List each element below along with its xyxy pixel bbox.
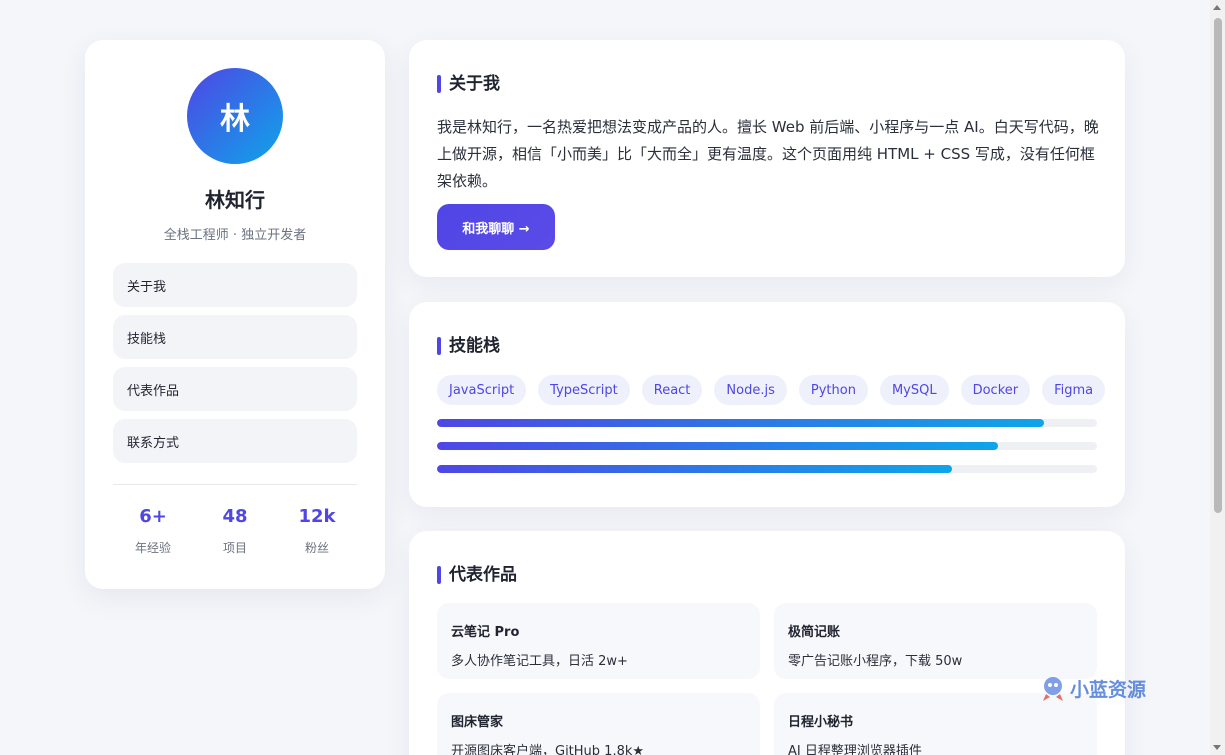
skills-title: 技能栈	[437, 336, 500, 356]
stat-value: 48	[222, 506, 248, 527]
watermark: 小蓝资源	[1040, 674, 1146, 702]
works-title: 代表作品	[437, 565, 517, 585]
nav-item-works[interactable]: 代表作品	[113, 367, 357, 411]
stat-experience: 6+ 年经验	[113, 506, 193, 556]
skills-card: 技能栈 JavaScript TypeScript React Node.js …	[409, 302, 1125, 507]
skill-bar-fill	[437, 465, 952, 473]
nav-item-skills[interactable]: 技能栈	[113, 315, 357, 359]
scroll-up-icon[interactable]	[1213, 5, 1221, 10]
stat-value: 6+	[139, 506, 167, 527]
work-desc: AI 日程整理浏览器插件	[788, 744, 922, 755]
skill-bar-track	[437, 465, 1097, 473]
work-item[interactable]: 云笔记 Pro 多人协作笔记工具，日活 2w+	[437, 603, 760, 679]
sidebar-divider	[113, 484, 357, 485]
stat-label: 项目	[222, 541, 247, 555]
nav-item-about[interactable]: 关于我	[113, 263, 357, 307]
skill-tag: MySQL	[879, 375, 949, 405]
work-desc: 零广告记账小程序，下载 50w	[788, 654, 963, 669]
sidebar-nav: 关于我 技能栈 代表作品 联系方式	[113, 263, 357, 471]
stat-value: 12k	[298, 506, 336, 527]
avatar: 林	[187, 68, 283, 164]
about-text: 我是林知行，一名热爱把想法变成产品的人。擅长 Web 前后端、小程序与一点 AI…	[437, 118, 1099, 190]
stat-followers: 12k 粉丝	[277, 506, 357, 556]
stat-label: 粉丝	[304, 541, 329, 555]
work-item[interactable]: 图床管家 开源图床客户端，GitHub 1.8k★	[437, 693, 760, 755]
skill-tags: JavaScript TypeScript React Node.js Pyth…	[437, 375, 1107, 405]
nav-item-label: 技能栈	[127, 331, 167, 347]
profile-name: 林知行	[205, 188, 265, 212]
skill-bars	[437, 419, 1097, 488]
scroll-thumb[interactable]	[1214, 18, 1222, 513]
mascot-icon	[1043, 677, 1063, 701]
chat-button[interactable]: 和我聊聊 →	[437, 204, 555, 250]
skill-tag: Figma	[1042, 375, 1106, 405]
works-grid: 云笔记 Pro 多人协作笔记工具，日活 2w+ 极简记账 零广告记账小程序，下载…	[437, 603, 1097, 755]
watermark-text: 小蓝资源	[1070, 678, 1147, 701]
skill-tag: TypeScript	[538, 375, 630, 405]
work-title: 日程小秘书	[788, 715, 854, 730]
page: 林 林知行 全栈工程师 · 独立开发者 关于我 技能栈 代表作品 联系方式 6+…	[0, 0, 1225, 755]
skill-bar-fill	[437, 442, 998, 450]
work-item[interactable]: 日程小秘书 AI 日程整理浏览器插件	[774, 693, 1097, 755]
work-item[interactable]: 极简记账 零广告记账小程序，下载 50w	[774, 603, 1097, 679]
nav-item-contact[interactable]: 联系方式	[113, 419, 357, 463]
stat-projects: 48 项目	[195, 506, 275, 556]
scrollbar[interactable]	[1210, 0, 1225, 755]
skill-tag: Python	[798, 375, 868, 405]
work-title: 极简记账	[788, 625, 841, 640]
nav-item-label: 联系方式	[127, 435, 180, 451]
work-desc: 开源图床客户端，GitHub 1.8k★	[451, 744, 645, 755]
work-title: 云笔记 Pro	[451, 625, 520, 640]
scroll-down-icon[interactable]	[1213, 745, 1221, 750]
profile-card: 林 林知行 全栈工程师 · 独立开发者 关于我 技能栈 代表作品 联系方式 6+…	[85, 40, 385, 589]
work-title: 图床管家	[451, 715, 504, 730]
skill-tag: JavaScript	[437, 375, 527, 405]
skill-bar-fill	[437, 419, 1045, 427]
work-desc: 多人协作笔记工具，日活 2w+	[451, 654, 628, 669]
about-title: 关于我	[437, 74, 500, 94]
profile-role: 全栈工程师 · 独立开发者	[163, 228, 307, 243]
about-card: 关于我 我是林知行，一名热爱把想法变成产品的人。擅长 Web 前后端、小程序与一…	[409, 40, 1125, 277]
skill-bar-track	[437, 419, 1097, 427]
nav-item-label: 代表作品	[127, 383, 180, 399]
stats-row: 6+ 年经验 48 项目 12k 粉丝	[113, 506, 357, 556]
nav-item-label: 关于我	[127, 279, 167, 295]
skill-tag: Node.js	[714, 375, 787, 405]
stat-label: 年经验	[134, 541, 171, 555]
skill-bar-track	[437, 442, 1097, 450]
skill-tag: Docker	[960, 375, 1031, 405]
skill-tag: React	[641, 375, 703, 405]
works-card: 代表作品 云笔记 Pro 多人协作笔记工具，日活 2w+ 极简记账 零广告记账小…	[409, 531, 1125, 755]
